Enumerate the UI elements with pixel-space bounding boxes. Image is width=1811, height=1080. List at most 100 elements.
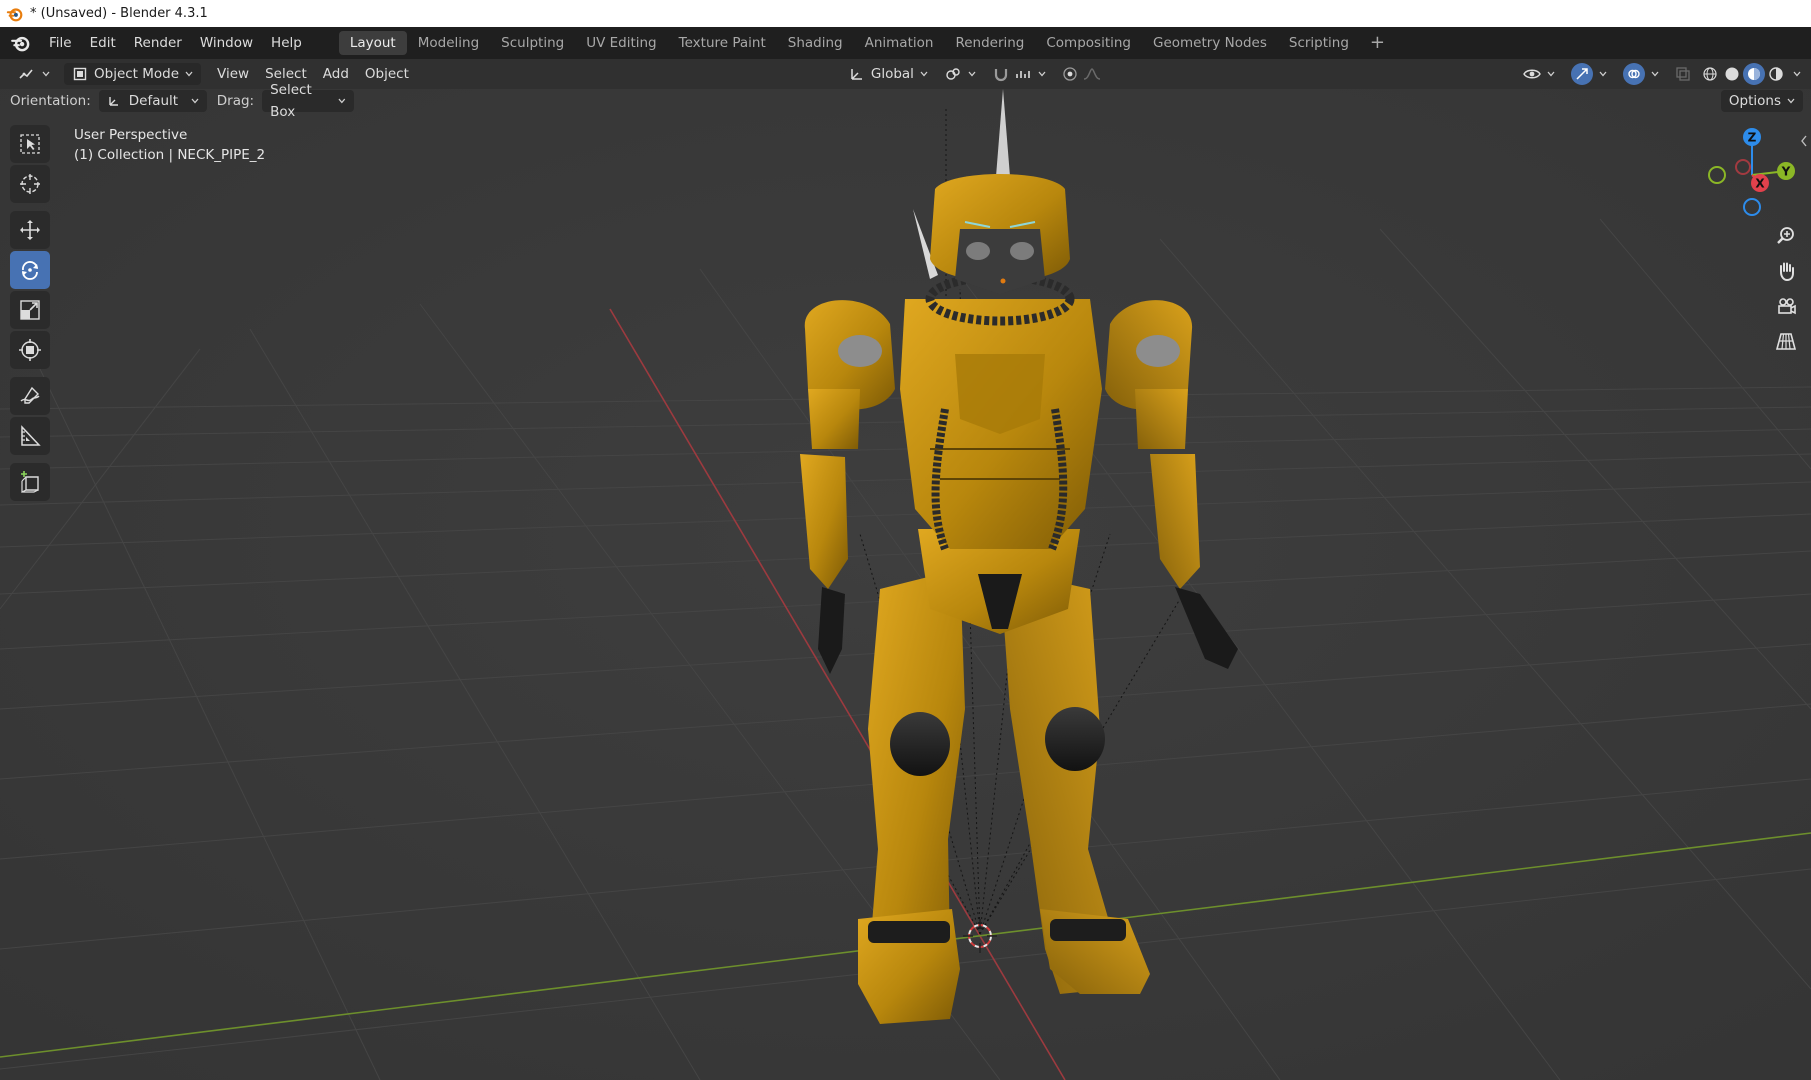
- chevron-down-icon: [191, 98, 199, 104]
- xray-toggle[interactable]: [1667, 63, 1699, 85]
- viewport-scene[interactable]: [0, 89, 1811, 1080]
- tab-scripting[interactable]: Scripting: [1278, 31, 1360, 55]
- snap-increment-icon: [1016, 71, 1030, 78]
- tab-modeling[interactable]: Modeling: [407, 31, 490, 55]
- drag-label: Drag:: [216, 93, 255, 109]
- menu-view[interactable]: View: [209, 63, 257, 85]
- chevron-down-icon: [920, 71, 928, 77]
- annotate-pencil-icon: [20, 386, 40, 404]
- menu-file[interactable]: File: [40, 31, 81, 55]
- tool-shelf: [10, 125, 54, 503]
- solid-shading-icon[interactable]: [1721, 63, 1743, 85]
- transform-tool[interactable]: [10, 331, 50, 369]
- chevron-down-icon: [1599, 71, 1607, 77]
- add-workspace-button[interactable]: +: [1360, 31, 1395, 55]
- select-box-tool[interactable]: [10, 125, 50, 163]
- rotate-icon: [22, 261, 38, 280]
- zoom-magnifier-icon: [1777, 227, 1794, 244]
- options-label: Options: [1728, 93, 1781, 109]
- chevron-down-icon: [968, 71, 976, 77]
- add-cube-tool[interactable]: [10, 463, 50, 501]
- tab-uv-editing[interactable]: UV Editing: [575, 31, 667, 55]
- transform-orientation-label: Global: [870, 66, 914, 82]
- wireframe-shading-icon[interactable]: [1699, 63, 1721, 85]
- 3d-viewport[interactable]: User Perspective (1) Collection | NECK_P…: [0, 89, 1811, 1080]
- eye-icon: [1523, 69, 1541, 79]
- material-preview-shading-icon[interactable]: [1743, 63, 1765, 85]
- window-titlebar: * (Unsaved) - Blender 4.3.1: [0, 0, 1811, 27]
- transform-orientation-icon: [851, 69, 862, 80]
- gizmo-y-handle[interactable]: Y: [1777, 162, 1795, 180]
- window-title: * (Unsaved) - Blender 4.3.1: [30, 6, 208, 21]
- sidebar-toggle-icon[interactable]: [1799, 134, 1809, 148]
- chevron-down-icon[interactable]: [1793, 70, 1801, 78]
- pan-button[interactable]: [1770, 255, 1802, 287]
- tab-geometry-nodes[interactable]: Geometry Nodes: [1142, 31, 1278, 55]
- object-mode-icon: [73, 67, 87, 81]
- drag-dropdown[interactable]: Select Box: [262, 82, 355, 120]
- gizmo-neg-y-icon[interactable]: [1708, 166, 1726, 184]
- rotate-tool[interactable]: [10, 251, 50, 289]
- chevron-down-icon: [1787, 98, 1795, 104]
- gizmo-x-handle[interactable]: X: [1751, 174, 1769, 192]
- scale-tool[interactable]: [10, 291, 50, 329]
- magnet-icon: [994, 69, 1008, 82]
- camera-icon: [1778, 298, 1796, 315]
- annotate-tool[interactable]: [10, 377, 50, 415]
- add-cube-icon: [21, 471, 39, 493]
- overlays-toggle[interactable]: [1615, 63, 1667, 85]
- tab-sculpting[interactable]: Sculpting: [490, 31, 575, 55]
- gizmo-neg-x-icon[interactable]: [1735, 159, 1751, 175]
- rendered-shading-icon[interactable]: [1765, 63, 1787, 85]
- mode-selector[interactable]: Object Mode: [64, 63, 202, 85]
- zoom-button[interactable]: [1770, 220, 1802, 252]
- cursor-icon: [20, 174, 40, 194]
- move-tool[interactable]: [10, 211, 50, 249]
- tab-animation[interactable]: Animation: [854, 31, 945, 55]
- options-button[interactable]: Options: [1720, 90, 1803, 112]
- overlays-icon: [1623, 63, 1645, 85]
- tab-layout[interactable]: Layout: [338, 31, 407, 55]
- falloff-icon: [1083, 68, 1101, 80]
- orientation-label: Orientation:: [10, 93, 91, 109]
- tab-compositing[interactable]: Compositing: [1035, 31, 1142, 55]
- gizmo-z-label: Z: [1748, 131, 1757, 145]
- menu-edit[interactable]: Edit: [81, 31, 125, 55]
- snap-toggle[interactable]: [984, 63, 1054, 85]
- proportional-editing-icon: [1063, 67, 1077, 81]
- scale-icon: [20, 300, 40, 320]
- menu-render[interactable]: Render: [125, 31, 191, 55]
- menu-help[interactable]: Help: [262, 31, 311, 55]
- proportional-editing-toggle[interactable]: [1054, 63, 1110, 85]
- gizmo-z-handle[interactable]: Z: [1743, 128, 1761, 146]
- chevron-down-icon: [1038, 71, 1046, 77]
- perspective-label: User Perspective: [74, 127, 188, 143]
- camera-view-button[interactable]: [1770, 290, 1802, 322]
- visibility-button[interactable]: [1515, 63, 1563, 85]
- chevron-down-icon: [338, 98, 346, 104]
- blender-logo-icon[interactable]: [10, 32, 32, 54]
- orientation-dropdown[interactable]: Default: [98, 90, 207, 112]
- navigation-gizmo[interactable]: Z Y X: [1700, 125, 1800, 225]
- tab-texture-paint[interactable]: Texture Paint: [668, 31, 777, 55]
- hand-icon: [1780, 262, 1794, 282]
- transform-orientation-selector[interactable]: Global: [841, 63, 936, 85]
- cursor-tool[interactable]: [10, 165, 50, 203]
- viewport-nav-buttons: [1770, 220, 1804, 360]
- pivot-icon: [946, 68, 960, 80]
- menu-window[interactable]: Window: [191, 31, 262, 55]
- menu-object[interactable]: Object: [357, 63, 417, 85]
- gizmo-x-label: X: [1755, 177, 1765, 191]
- viewport-info: User Perspective (1) Collection | NECK_P…: [74, 125, 265, 165]
- xray-icon: [1676, 67, 1690, 81]
- tab-rendering[interactable]: Rendering: [944, 31, 1035, 55]
- tab-shading[interactable]: Shading: [777, 31, 854, 55]
- measure-tool[interactable]: [10, 417, 50, 455]
- perspective-toggle-button[interactable]: [1770, 325, 1802, 357]
- gizmo-neg-z-icon[interactable]: [1743, 198, 1761, 216]
- pivot-point-button[interactable]: [936, 63, 984, 85]
- gizmo-toggle[interactable]: [1563, 63, 1615, 85]
- chevron-down-icon: [42, 71, 50, 77]
- viewport-shading-group: [1699, 63, 1801, 85]
- editor-type-button[interactable]: [10, 63, 58, 85]
